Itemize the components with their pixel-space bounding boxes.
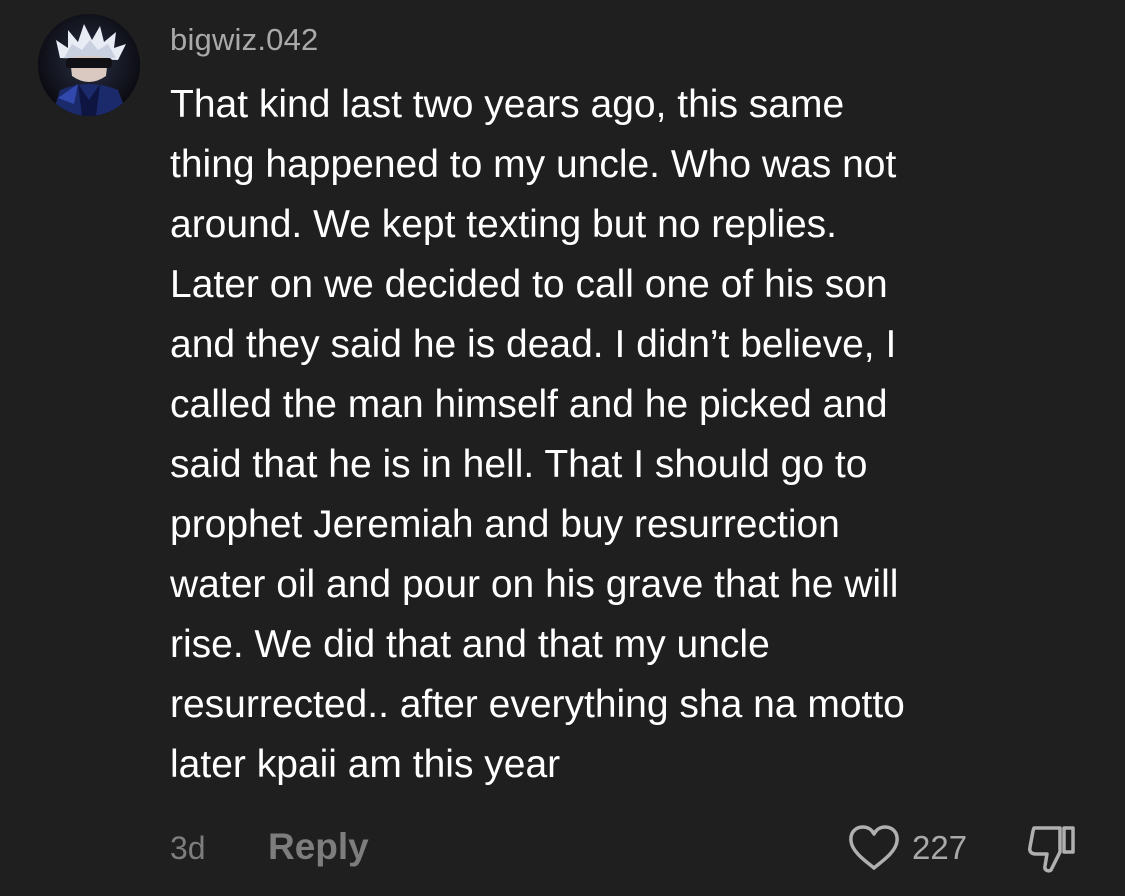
comment-item: bigwiz.042 That kind last two years ago,… <box>0 0 1125 896</box>
dislike-button[interactable] <box>1024 822 1080 876</box>
like-count: 227 <box>912 829 968 866</box>
comment-actions: 3d Reply 227 <box>0 820 1125 876</box>
user-avatar[interactable] <box>38 14 140 116</box>
heart-outline-icon <box>849 825 899 870</box>
like-button[interactable] <box>846 823 902 873</box>
comment-text: That kind last two years ago, this same … <box>170 83 905 786</box>
comment-timestamp: 3d <box>170 830 206 866</box>
anime-character-avatar-icon <box>38 14 140 116</box>
reply-button[interactable]: Reply <box>268 824 369 870</box>
comment-username[interactable]: bigwiz.042 <box>170 22 318 58</box>
thumbs-down-icon <box>1028 826 1075 873</box>
